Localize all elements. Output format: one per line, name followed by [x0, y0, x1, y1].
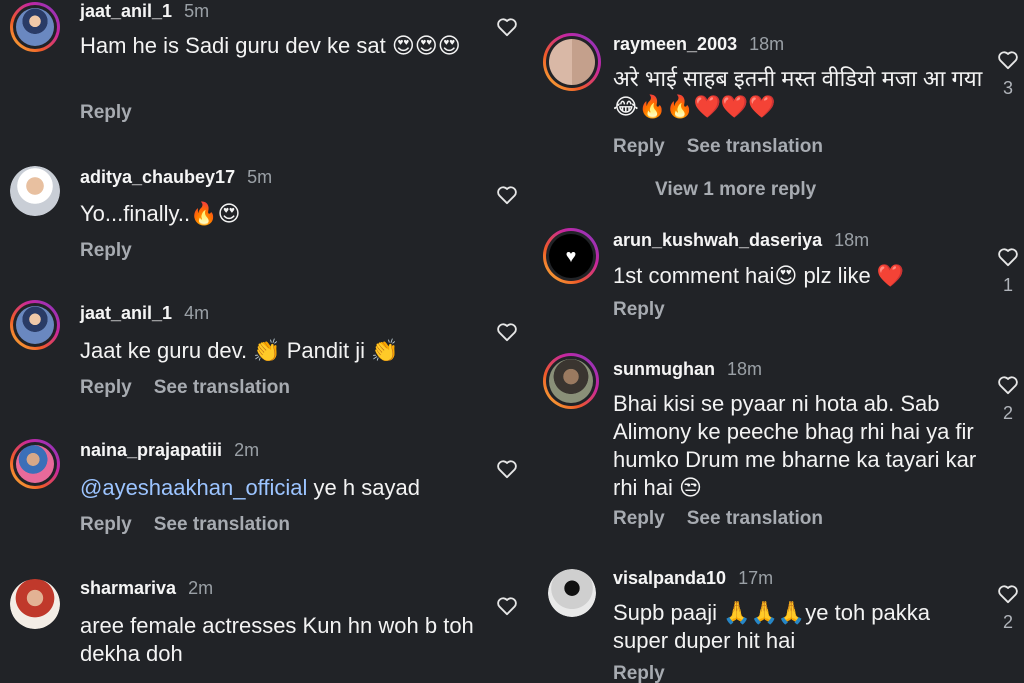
comment-item: sunmughan 18m Bhai kisi se pyaar ni hota … — [528, 350, 1024, 545]
comment-author[interactable]: sunmughan 18m — [613, 359, 762, 380]
view-more-replies-button[interactable]: View 1 more reply — [655, 179, 816, 201]
heart-outline-icon — [998, 248, 1018, 267]
comment-author[interactable]: jaat_anil_1 4m — [80, 303, 209, 324]
reply-button[interactable]: Reply — [613, 299, 665, 320]
heart-outline-icon — [497, 18, 517, 37]
like-button[interactable]: 3 — [996, 50, 1020, 99]
comment-author[interactable]: sharmariva 2m — [80, 578, 213, 599]
comment-actions: Reply — [613, 663, 665, 683]
comment-time: 18m — [749, 34, 785, 54]
see-translation-button[interactable]: See translation — [154, 514, 290, 535]
comment-actions: Reply See translation — [613, 136, 823, 158]
like-button[interactable]: 1 — [996, 247, 1020, 296]
comment-time: 5m — [184, 1, 210, 21]
heart-outline-icon — [497, 597, 517, 616]
avatar[interactable]: ♥ — [543, 228, 599, 284]
comment-time: 18m — [834, 230, 870, 250]
comment-item: visalpanda10 17m Supb paaji 🙏🙏🙏ye toh pak… — [528, 565, 1024, 683]
comment-item: jaat_anil_1 4m Jaat ke guru dev. 👏 Pandit… — [0, 298, 528, 418]
comment-text: Yo...finally..🔥😍 — [80, 201, 241, 226]
avatar[interactable] — [543, 33, 601, 91]
avatar[interactable] — [10, 2, 60, 52]
comment-author[interactable]: naina_prajapatiii 2m — [80, 440, 259, 461]
like-count: 2 — [1002, 612, 1013, 632]
like-button[interactable] — [495, 185, 519, 205]
avatar[interactable] — [10, 579, 60, 629]
comment-time: 5m — [247, 167, 273, 187]
comment-item: naina_prajapatiii 2m @ayeshaakhan_officia… — [0, 435, 528, 555]
reply-button[interactable]: Reply — [80, 240, 132, 261]
comment-author[interactable]: visalpanda10 17m — [613, 568, 773, 589]
comment-text: aree female actresses Kun hn woh b toh d… — [80, 613, 474, 666]
avatar[interactable] — [10, 166, 60, 216]
heart-logo-icon: ♥ — [565, 246, 577, 266]
reply-button[interactable]: Reply — [613, 663, 665, 683]
reply-button[interactable]: Reply — [613, 136, 665, 157]
avatar[interactable] — [548, 569, 596, 617]
comment-text: @ayeshaakhan_official ye h sayad — [80, 475, 420, 500]
comment-text: Bhai kisi se pyaar ni hota ab. Sab Alimo… — [613, 391, 977, 500]
like-count: 3 — [1002, 78, 1013, 98]
right-comment-column: raymeen_2003 18m अरे भाई साहब इतनी मस्त व… — [528, 0, 1024, 683]
comment-item: raymeen_2003 18m अरे भाई साहब इतनी मस्त व… — [528, 0, 1024, 215]
like-count: 2 — [1002, 403, 1013, 423]
heart-outline-icon — [998, 376, 1018, 395]
comment-time: 2m — [234, 440, 260, 460]
heart-outline-icon — [497, 186, 517, 205]
like-button[interactable] — [495, 17, 519, 37]
mention-link[interactable]: @ayeshaakhan_official — [80, 475, 307, 500]
like-button[interactable] — [495, 596, 519, 616]
comment-text: Jaat ke guru dev. 👏 Pandit ji 👏 — [80, 338, 399, 363]
reply-button[interactable]: Reply — [80, 102, 132, 123]
comment-time: 4m — [184, 303, 210, 323]
see-translation-button[interactable]: See translation — [687, 136, 823, 157]
like-button[interactable] — [495, 322, 519, 342]
comment-author[interactable]: aditya_chaubey17 5m — [80, 167, 272, 188]
comment-actions: Reply — [80, 240, 132, 262]
comment-text: 1st comment hai😍 plz like ❤️ — [613, 263, 905, 288]
comment-item: jaat_anil_1 5m Ham he is Sadi guru dev ke… — [0, 0, 528, 135]
comment-actions: Reply See translation — [80, 514, 290, 536]
see-translation-button[interactable]: See translation — [154, 377, 290, 398]
left-comment-column: jaat_anil_1 5m Ham he is Sadi guru dev ke… — [0, 0, 528, 683]
comment-text: Ham he is Sadi guru dev ke sat 😍😍😍 — [80, 33, 461, 58]
reply-button[interactable]: Reply — [80, 514, 132, 535]
comment-time: 2m — [188, 578, 214, 598]
comment-item: sharmariva 2m aree female actresses Kun h… — [0, 572, 528, 683]
reply-button[interactable]: Reply — [613, 508, 665, 529]
avatar[interactable] — [10, 439, 60, 489]
like-button[interactable] — [495, 459, 519, 479]
comment-time: 18m — [727, 359, 763, 379]
comment-item: ♥ arun_kushwah_daseriya 18m 1st comment h… — [528, 220, 1024, 335]
see-translation-button[interactable]: See translation — [687, 508, 823, 529]
like-button[interactable]: 2 — [996, 584, 1020, 633]
comment-time: 17m — [738, 568, 774, 588]
heart-outline-icon — [998, 51, 1018, 70]
comment-author[interactable]: jaat_anil_1 5m — [80, 1, 209, 22]
comment-actions: Reply — [613, 299, 665, 321]
comment-item: aditya_chaubey17 5m Yo...finally..🔥😍 Repl… — [0, 160, 528, 280]
heart-outline-icon — [497, 460, 517, 479]
comment-author[interactable]: arun_kushwah_daseriya 18m — [613, 230, 869, 251]
comment-actions: Reply See translation — [613, 508, 823, 530]
like-count: 1 — [1002, 275, 1013, 295]
comment-actions: Reply See translation — [80, 377, 290, 399]
avatar[interactable] — [543, 353, 599, 409]
comment-actions: Reply — [80, 102, 132, 124]
reply-button[interactable]: Reply — [80, 377, 132, 398]
comment-text: अरे भाई साहब इतनी मस्त वीडियो मजा आ गया😂… — [613, 66, 983, 119]
avatar[interactable] — [10, 300, 60, 350]
heart-outline-icon — [497, 323, 517, 342]
comment-text: Supb paaji 🙏🙏🙏ye toh pakka super duper h… — [613, 600, 931, 653]
like-button[interactable]: 2 — [996, 375, 1020, 424]
heart-outline-icon — [998, 585, 1018, 604]
comment-author[interactable]: raymeen_2003 18m — [613, 34, 784, 55]
